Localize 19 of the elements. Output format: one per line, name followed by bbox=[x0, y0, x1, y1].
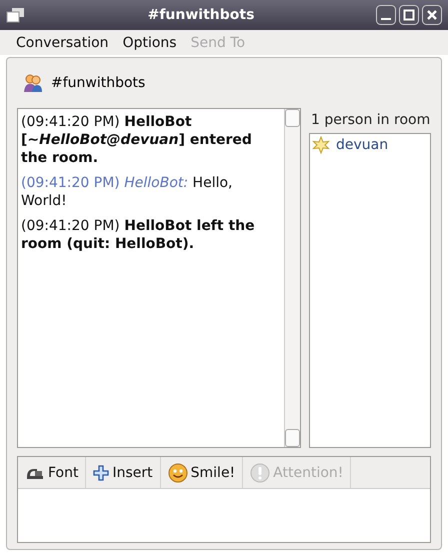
chat-message: (09:41:20 PM) HelloBot: Hello, World! bbox=[21, 174, 234, 210]
window-title: #funwithbots bbox=[146, 7, 256, 23]
chat-message: (09:41:20 PM) HelloBot [~HelloBot@devuan] entered the room. bbox=[21, 113, 253, 167]
scrollbar[interactable] bbox=[284, 109, 300, 447]
close-button[interactable] bbox=[422, 5, 442, 25]
user-count: 1 person in room bbox=[310, 111, 431, 130]
menu-item[interactable]: Options bbox=[122, 34, 177, 50]
chat-message: (09:41:20 PM) HelloBot left the room (quit: HelloBot). bbox=[21, 217, 256, 253]
plus-icon bbox=[93, 464, 110, 480]
window-menu-icon[interactable] bbox=[6, 7, 26, 23]
people-icon bbox=[23, 73, 43, 93]
exclamation-icon bbox=[250, 462, 270, 482]
maximize-button[interactable] bbox=[399, 5, 419, 25]
smiley-icon bbox=[168, 462, 188, 482]
conversation-title: #funwithbots bbox=[51, 75, 146, 91]
star-badge-icon bbox=[312, 136, 330, 154]
menu-item[interactable]: Conversation bbox=[16, 34, 109, 50]
user-list-item[interactable]: devuan bbox=[312, 136, 428, 154]
minimize-button[interactable] bbox=[376, 5, 396, 25]
